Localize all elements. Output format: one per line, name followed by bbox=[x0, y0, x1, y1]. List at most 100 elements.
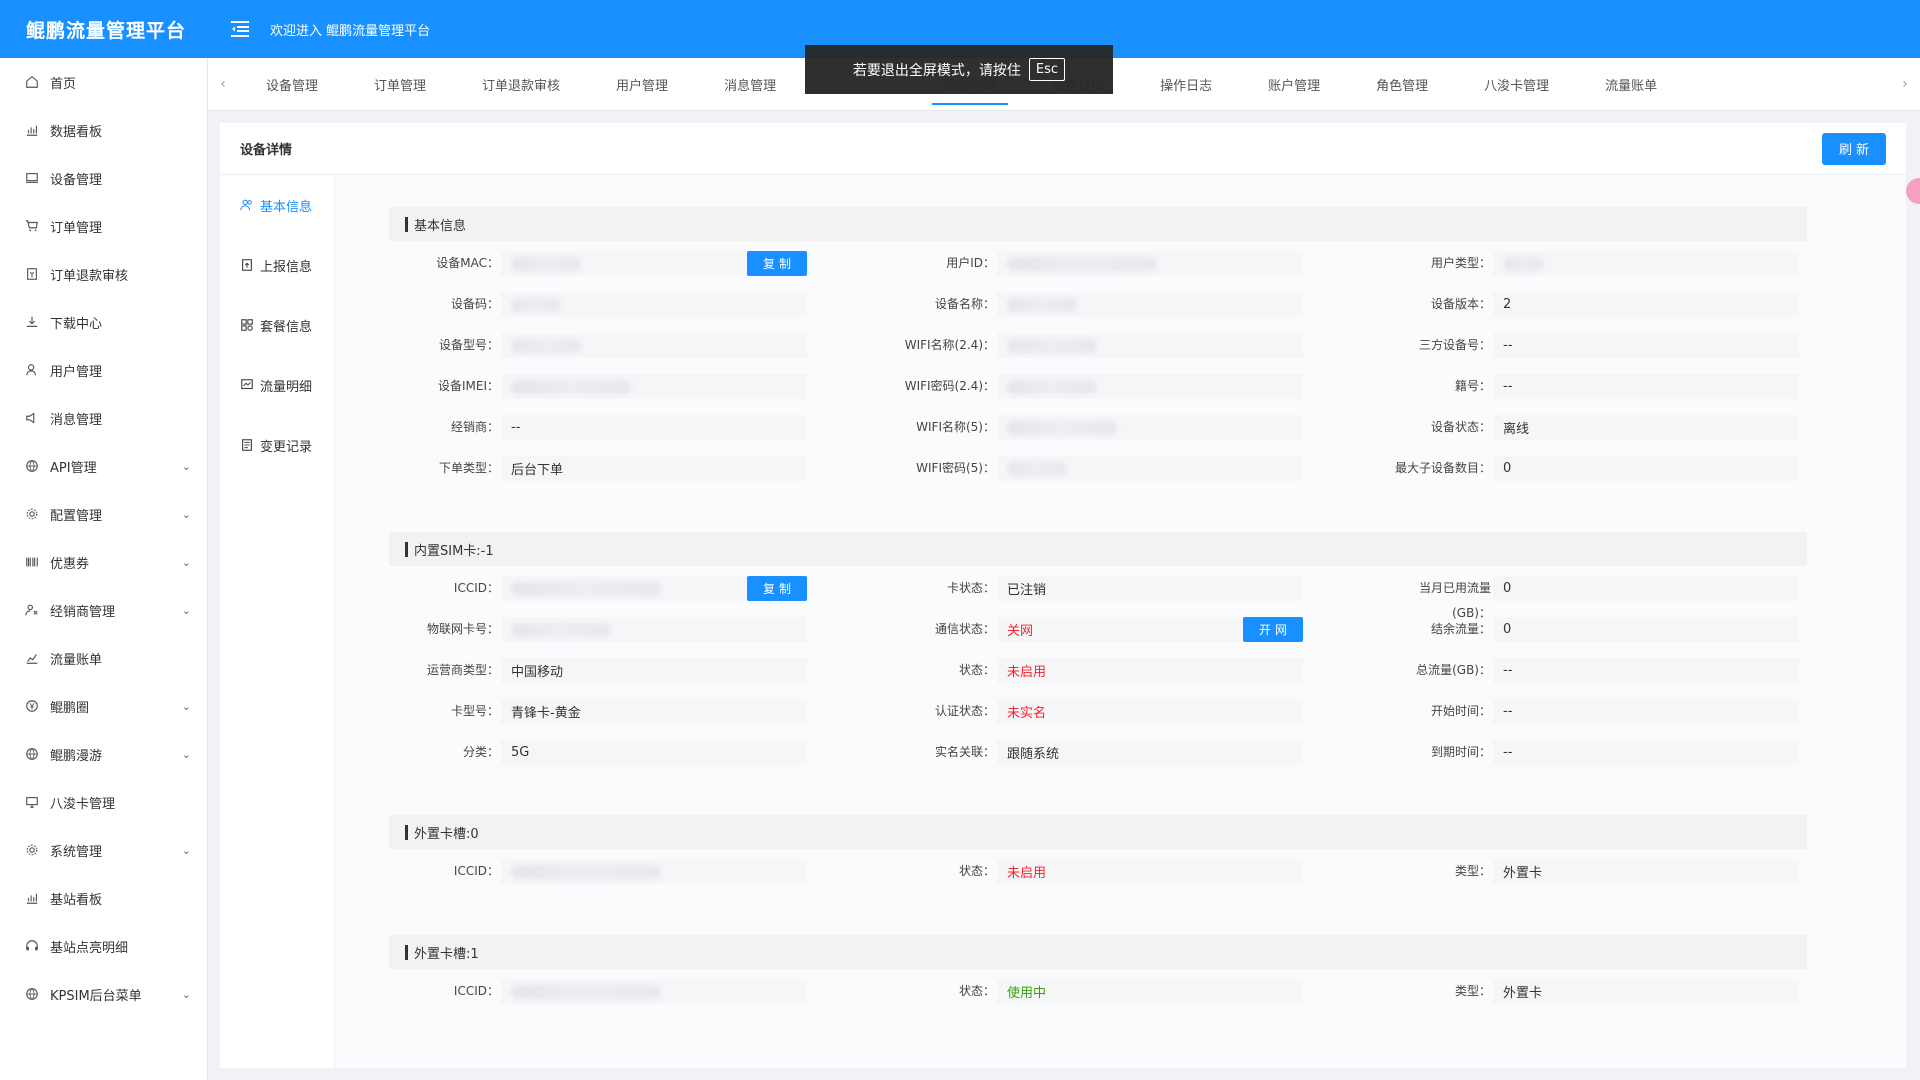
field-label: 状态： bbox=[958, 984, 995, 998]
sim-section: 内置SIM卡:-1 ICCID： 复制 卡状态： 已注销 当月已用流量(GB)： 0 物联网卡… bbox=[389, 532, 1807, 773]
field-value bbox=[501, 859, 807, 884]
device-icon bbox=[24, 170, 40, 186]
sidebar-item[interactable]: 消息管理 bbox=[0, 394, 207, 442]
floating-helper-icon[interactable] bbox=[1906, 178, 1920, 204]
sidebar-item[interactable]: 优惠券 ⌄ bbox=[0, 538, 207, 586]
tab[interactable]: 消息管理 bbox=[696, 58, 804, 111]
field-value-text: 中国移动 bbox=[511, 665, 564, 680]
tab[interactable]: 订单管理 bbox=[346, 58, 454, 111]
brand-title: 鲲鹏流量管理平台 bbox=[26, 19, 187, 42]
sidebar-item[interactable]: 鲲鹏圈 ⌄ bbox=[0, 682, 207, 730]
chart-icon bbox=[24, 890, 40, 906]
toast-text: 若要退出全屏模式，请按住 bbox=[852, 62, 1021, 79]
sidebar-item[interactable]: KPSIM后台菜单 ⌄ bbox=[0, 970, 207, 1018]
sidebar-item[interactable]: 经销商管理 ⌄ bbox=[0, 586, 207, 634]
field-value: 5G bbox=[501, 740, 807, 765]
tabs-scroll-right-icon[interactable]: › bbox=[1890, 76, 1920, 92]
field-value-text: 2 bbox=[1503, 297, 1512, 312]
basic-section: 基本信息 设备MAC： 复制 用户ID： 用户类型： 设备码： 设备名称： 设备版本： 2 设备型… bbox=[389, 207, 1807, 489]
detail-content: 基本信息 设备MAC： 复制 用户ID： 用户类型： 设备码： 设备名称： 设备版本： 2 设备型… bbox=[334, 175, 1906, 1068]
dealer-icon bbox=[24, 602, 40, 618]
field-value bbox=[997, 415, 1303, 440]
detail-menu-item[interactable]: 变更记录 bbox=[220, 415, 334, 475]
copy-button[interactable]: 复制 bbox=[747, 251, 807, 276]
sidebar: 首页 数据看板设备管理订单管理 订单退款审核下载中心用户管理消息管理 API管理 ⌄ 配置… bbox=[0, 58, 208, 1080]
tab[interactable]: 流量账单 bbox=[1577, 58, 1685, 111]
slot1-section: 外置卡槽:1 ICCID： 状态： 使用中 类型： 外置卡 bbox=[389, 935, 1807, 1012]
sidebar-item[interactable]: 数据看板 bbox=[0, 106, 207, 154]
user-icon bbox=[24, 362, 40, 378]
info-row: ICCID： 复制 卡状态： 已注销 当月已用流量(GB)： 0 bbox=[389, 568, 1807, 620]
field-value bbox=[501, 374, 807, 399]
sidebar-item[interactable]: 鲲鹏漫游 ⌄ bbox=[0, 730, 207, 778]
field-value-text: -- bbox=[1503, 745, 1513, 760]
tab[interactable]: 用户管理 bbox=[588, 58, 696, 111]
field-value: 青锋卡-黄金 bbox=[501, 699, 807, 724]
field-value: 离线 bbox=[1493, 415, 1799, 440]
field-label: 设备型号： bbox=[438, 338, 499, 352]
tab[interactable]: 八浚卡管理 bbox=[1456, 58, 1577, 111]
field-value-text: 未启用 bbox=[1007, 866, 1047, 881]
field-value bbox=[1493, 251, 1799, 276]
sidebar-item-label: 流量账单 bbox=[50, 652, 103, 668]
detail-menu-item[interactable]: 流量明细 bbox=[220, 355, 334, 415]
chevron-down-icon: ⌄ bbox=[181, 843, 191, 857]
section-title: 内置SIM卡:-1 bbox=[389, 532, 1807, 566]
tab[interactable]: 订单退款审核 bbox=[454, 58, 588, 111]
sidebar-item[interactable]: 设备管理 bbox=[0, 154, 207, 202]
field-value-text: 外置卡 bbox=[1503, 866, 1543, 881]
field-value-text: 0 bbox=[1503, 581, 1512, 596]
sidebar-item[interactable]: API管理 ⌄ bbox=[0, 442, 207, 490]
sidebar-item[interactable]: 配置管理 ⌄ bbox=[0, 490, 207, 538]
redacted-value bbox=[511, 379, 631, 394]
detail-menu-item[interactable]: 套餐信息 bbox=[220, 295, 334, 355]
field-value: -- bbox=[1493, 374, 1799, 399]
field-label: 状态： bbox=[958, 864, 995, 878]
field-value bbox=[501, 292, 807, 317]
redacted-value bbox=[1007, 379, 1097, 394]
redacted-value bbox=[1503, 256, 1543, 271]
field-value: 0 bbox=[1493, 576, 1799, 601]
detail-menu-item[interactable]: 上报信息 bbox=[220, 235, 334, 295]
sidebar-item[interactable]: 基站点亮明细 bbox=[0, 922, 207, 970]
field-label: 运营商类型： bbox=[426, 663, 499, 677]
refresh-button[interactable]: 刷新 bbox=[1822, 132, 1886, 165]
welcome-text: 欢迎进入 鲲鹏流量管理平台 bbox=[270, 23, 431, 39]
field-value: 2 bbox=[1493, 292, 1799, 317]
sidebar-item[interactable]: 首页 bbox=[0, 58, 207, 106]
field-value-text: -- bbox=[1503, 663, 1513, 678]
sidebar-item[interactable]: 系统管理 ⌄ bbox=[0, 826, 207, 874]
sidebar-item-label: 下载中心 bbox=[50, 316, 103, 332]
sidebar-item[interactable]: 用户管理 bbox=[0, 346, 207, 394]
field-label: 类型： bbox=[1454, 984, 1491, 998]
detail-menu-item[interactable]: 基本信息 bbox=[220, 175, 334, 235]
copy-button[interactable]: 复制 bbox=[747, 576, 807, 601]
field-value: 复制 bbox=[501, 576, 807, 601]
open-network-button[interactable]: 开网 bbox=[1243, 617, 1303, 642]
sidebar-item-label: 鲲鹏圈 bbox=[50, 700, 90, 716]
sidebar-item[interactable]: 基站看板 bbox=[0, 874, 207, 922]
sidebar-item-label: 消息管理 bbox=[50, 412, 103, 428]
field-value: 复制 bbox=[501, 251, 807, 276]
tab[interactable]: 账户管理 bbox=[1240, 58, 1348, 111]
menu-collapse-icon[interactable] bbox=[222, 11, 258, 47]
refund-icon bbox=[24, 266, 40, 282]
field-value: 使用中 bbox=[997, 979, 1303, 1004]
field-label: WIFI名称(5)： bbox=[916, 420, 995, 434]
detail-side-menu: 基本信息 上报信息套餐信息流量明细 变更记录 bbox=[220, 175, 334, 1068]
sidebar-item[interactable]: 八浚卡管理 bbox=[0, 778, 207, 826]
sidebar-item-label: 设备管理 bbox=[50, 172, 103, 188]
field-value: 中国移动 bbox=[501, 658, 807, 683]
tabs-scroll-left-icon[interactable]: ‹ bbox=[208, 76, 238, 92]
sidebar-item[interactable]: 下载中心 bbox=[0, 298, 207, 346]
detail-menu-label: 套餐信息 bbox=[260, 319, 313, 335]
sidebar-item[interactable]: 订单管理 bbox=[0, 202, 207, 250]
tab[interactable]: 角色管理 bbox=[1348, 58, 1456, 111]
field-value: 0 bbox=[1493, 456, 1799, 481]
sidebar-item[interactable]: 流量账单 bbox=[0, 634, 207, 682]
chevron-down-icon: ⌄ bbox=[181, 507, 191, 521]
sidebar-item[interactable]: 订单退款审核 bbox=[0, 250, 207, 298]
chevron-down-icon: ⌄ bbox=[181, 555, 191, 569]
tab[interactable]: 设备管理 bbox=[238, 58, 346, 111]
tab[interactable]: 操作日志 bbox=[1132, 58, 1240, 111]
